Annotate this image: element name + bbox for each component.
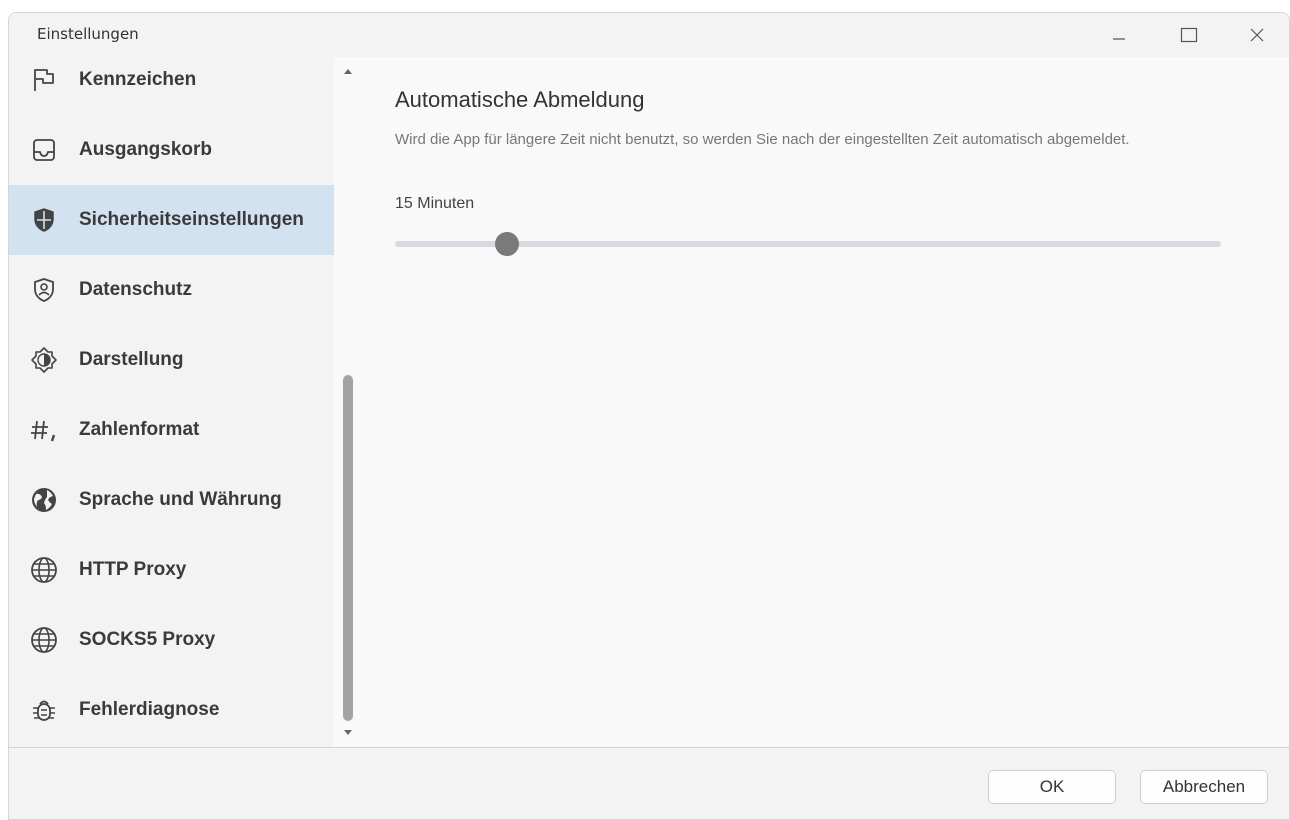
sidebar-item-label: Darstellung bbox=[79, 349, 184, 370]
dialog-footer: OK Abbrechen bbox=[9, 748, 1289, 819]
sidebar-item-darstellung[interactable]: Darstellung bbox=[9, 325, 334, 395]
brightness-icon bbox=[29, 345, 59, 375]
sidebar-item-label: Fehlerdiagnose bbox=[79, 699, 220, 720]
bug-icon bbox=[29, 695, 59, 725]
sidebar-item-kennzeichen[interactable]: Kennzeichen bbox=[9, 45, 334, 115]
ok-button[interactable]: OK bbox=[988, 770, 1116, 804]
auto-logout-slider-thumb[interactable] bbox=[494, 232, 519, 256]
sidebar-item-sprache-und-waehrung[interactable]: Sprache und Währung bbox=[9, 465, 334, 535]
maximize-button[interactable] bbox=[1167, 17, 1211, 53]
sidebar-item-label: Sprache und Währung bbox=[79, 489, 282, 510]
sidebar-item-sicherheitseinstellungen[interactable]: Sicherheitseinstellungen bbox=[9, 185, 334, 255]
settings-content: Automatische Abmeldung Wird die App für … bbox=[359, 57, 1289, 747]
section-description: Wird die App für längere Zeit nicht benu… bbox=[395, 131, 1130, 148]
scroll-up-arrow-icon[interactable] bbox=[343, 65, 353, 77]
cancel-button[interactable]: Abbrechen bbox=[1140, 770, 1268, 804]
globe-grid-icon bbox=[29, 555, 59, 585]
settings-window: Einstellungen Kennzeichen Ausgangskorb S… bbox=[8, 12, 1290, 820]
globe-icon bbox=[29, 485, 59, 515]
sidebar-item-label: HTTP Proxy bbox=[79, 559, 187, 580]
sidebar-item-ausgangskorb[interactable]: Ausgangskorb bbox=[9, 115, 334, 185]
sidebar-item-label: Datenschutz bbox=[79, 279, 192, 300]
window-title: Einstellungen bbox=[37, 25, 139, 43]
auto-logout-slider-track[interactable] bbox=[395, 241, 1221, 247]
close-button[interactable] bbox=[1235, 17, 1279, 53]
sidebar-item-label: Kennzeichen bbox=[79, 69, 197, 90]
sidebar-item-socks5-proxy[interactable]: SOCKS5 Proxy bbox=[9, 605, 334, 675]
shield-icon bbox=[29, 205, 59, 235]
sidebar-item-label: Zahlenformat bbox=[79, 419, 200, 440]
sidebar-item-label: Sicherheitseinstellungen bbox=[79, 209, 304, 230]
section-title: Automatische Abmeldung bbox=[395, 87, 645, 112]
sidebar-item-fehlerdiagnose[interactable]: Fehlerdiagnose bbox=[9, 675, 334, 745]
sidebar-scrollbar-thumb[interactable] bbox=[343, 375, 353, 721]
sidebar-item-label: Ausgangskorb bbox=[79, 139, 213, 160]
slider-value-label: 15 Minuten bbox=[395, 195, 475, 212]
sidebar-item-label: SOCKS5 Proxy bbox=[79, 629, 216, 650]
inbox-tray-icon bbox=[29, 135, 59, 165]
number-format-icon bbox=[29, 415, 59, 445]
settings-sidebar: Kennzeichen Ausgangskorb Sicherheitseins… bbox=[9, 57, 334, 747]
close-icon bbox=[1250, 28, 1264, 42]
minimize-icon bbox=[1113, 38, 1125, 40]
sidebar-item-datenschutz[interactable]: Datenschutz bbox=[9, 255, 334, 325]
sidebar-item-http-proxy[interactable]: HTTP Proxy bbox=[9, 535, 334, 605]
scroll-down-arrow-icon[interactable] bbox=[343, 727, 353, 739]
privacy-shield-user-icon bbox=[29, 275, 59, 305]
maximize-icon bbox=[1180, 27, 1198, 43]
minimize-button[interactable] bbox=[1097, 17, 1141, 53]
sidebar-item-zahlenformat[interactable]: Zahlenformat bbox=[9, 395, 334, 465]
globe-grid-icon bbox=[29, 625, 59, 655]
flag-icon bbox=[29, 65, 59, 95]
